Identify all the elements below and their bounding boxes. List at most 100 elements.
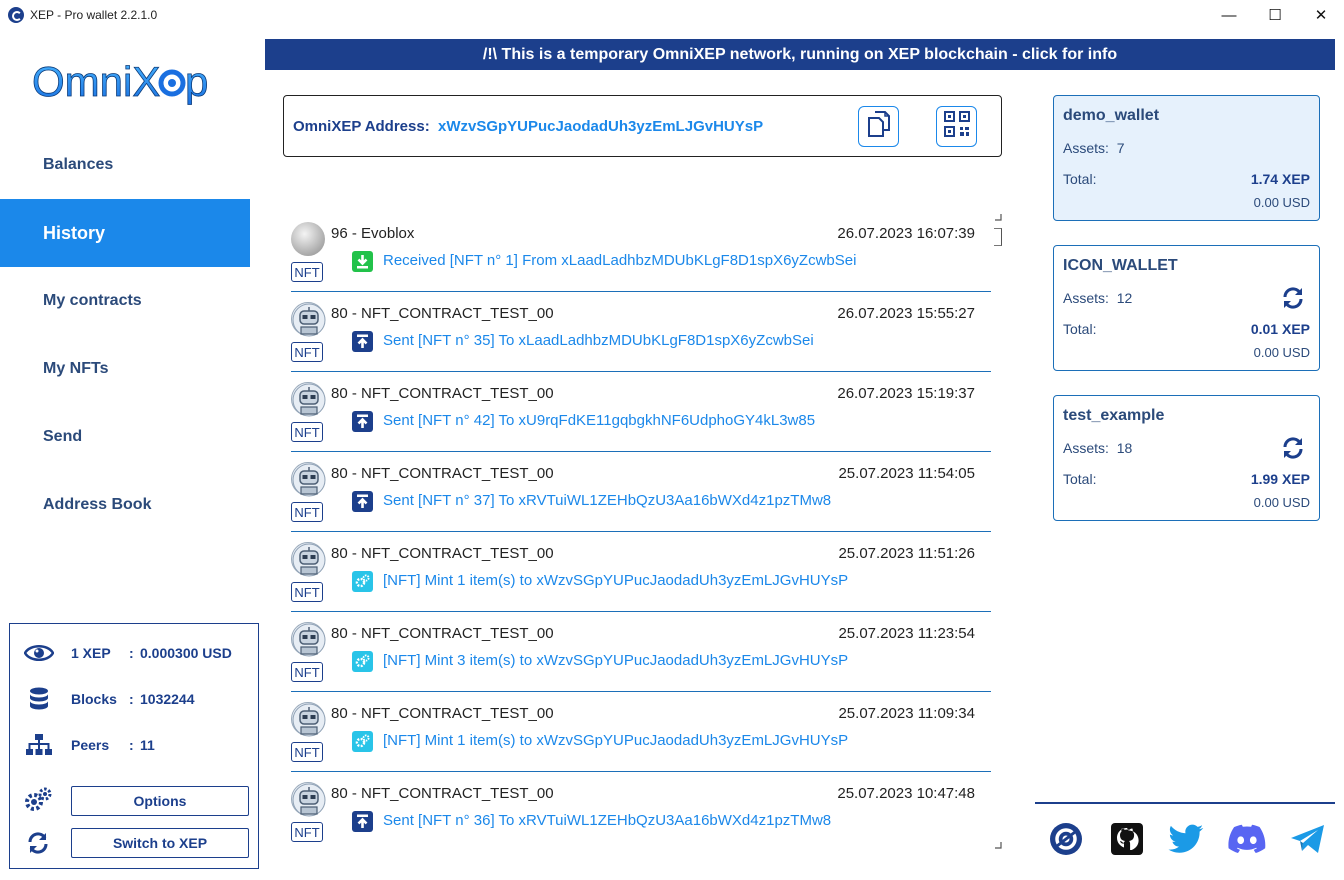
history-row[interactable]: NFT 80 - NFT_CONTRACT_TEST_00 25.07.2023 1…	[291, 772, 991, 850]
wallet-name: ICON_WALLET	[1063, 257, 1178, 274]
contract-avatar	[291, 702, 326, 737]
price-label: 1 XEP	[71, 645, 111, 661]
wallet-total-usd: 0.00 USD	[1253, 345, 1310, 360]
wallet-assets: Assets: 7	[1063, 140, 1125, 156]
nft-badge: NFT	[291, 582, 323, 602]
contract-avatar	[291, 782, 326, 817]
wallet-total-label: Total:	[1063, 321, 1097, 337]
discord-icon[interactable]	[1228, 820, 1266, 858]
refresh-icon[interactable]	[1281, 436, 1305, 460]
nav-my-contracts[interactable]: My contracts	[0, 267, 250, 335]
tx-date: 25.07.2023 11:51:26	[838, 545, 975, 562]
qr-code-icon	[943, 111, 970, 142]
telegram-icon[interactable]	[1289, 820, 1327, 858]
blocks-colon: :	[129, 691, 134, 707]
nft-badge: NFT	[291, 342, 323, 362]
peers-row: Peers : 11	[24, 733, 155, 757]
tx-date: 25.07.2023 11:54:05	[838, 465, 975, 482]
show-qr-button[interactable]	[936, 106, 977, 147]
address-value[interactable]: xWzvSGpYUPucJaodadUh3yzEmLJGvHUYsP	[438, 118, 763, 135]
contract-name: 80 - NFT_CONTRACT_TEST_00	[331, 385, 554, 402]
tx-description[interactable]: Sent [NFT n° 35] To xLaadLadhbzMDUbKLgF8…	[383, 332, 814, 349]
contract-avatar	[291, 622, 326, 657]
window-title: XEP - Pro wallet 2.2.1.0	[30, 8, 158, 22]
github-icon[interactable]	[1108, 820, 1146, 858]
wallet-name: demo_wallet	[1063, 107, 1160, 124]
contract-avatar	[291, 222, 325, 256]
tx-description[interactable]: [NFT] Mint 1 item(s) to xWzvSGpYUPucJaod…	[383, 732, 848, 749]
tx-description[interactable]: Received [NFT n° 1] From xLaadLadhbzMDUb…	[383, 252, 856, 269]
mint-icon	[352, 731, 373, 752]
history-row[interactable]: NFT 80 - NFT_CONTRACT_TEST_00 25.07.2023 1…	[291, 452, 991, 532]
history-scrollbar[interactable]	[992, 212, 1002, 852]
switch-icon	[24, 829, 52, 857]
nft-badge: NFT	[291, 662, 323, 682]
nav-send[interactable]: Send	[0, 403, 250, 471]
network-status-panel: 1 XEP : 0.000300 USD Blocks : 1032244 Pe…	[9, 623, 259, 869]
history-row[interactable]: NFT 80 - NFT_CONTRACT_TEST_00 26.07.2023 1…	[291, 372, 991, 452]
contract-avatar	[291, 542, 326, 577]
app-icon	[8, 7, 24, 23]
wallet-card-icon-wallet[interactable]: ICON_WALLET Assets: 12 Total: 0.01 XEP 0…	[1053, 245, 1320, 371]
peers-value: 11	[140, 737, 155, 753]
mint-icon	[352, 571, 373, 592]
svg-text:p: p	[185, 58, 208, 105]
wallet-assets: Assets: 12	[1063, 290, 1133, 306]
tx-description[interactable]: Sent [NFT n° 36] To xRVTuiWL1ZEHbQzU3Aa1…	[383, 812, 831, 829]
sent-icon	[352, 811, 373, 832]
history-row[interactable]: NFT 96 - Evoblox 26.07.2023 16:07:39 Receiv…	[291, 212, 991, 292]
nav-my-nfts[interactable]: My NFTs	[0, 335, 250, 403]
nav-address-book[interactable]: Address Book	[0, 471, 250, 539]
history-row[interactable]: NFT 80 - NFT_CONTRACT_TEST_00 25.07.2023 1…	[291, 612, 991, 692]
wallet-assets: Assets: 18	[1063, 440, 1133, 456]
eye-icon[interactable]	[24, 641, 54, 665]
options-button[interactable]: Options	[71, 786, 249, 816]
twitter-icon[interactable]	[1167, 820, 1205, 858]
price-value: 0.000300 USD	[140, 645, 232, 661]
wallet-name: test_example	[1063, 407, 1165, 424]
wallet-card-test-example[interactable]: test_example Assets: 18 Total: 1.99 XEP …	[1053, 395, 1320, 521]
network-info-banner[interactable]: /!\ This is a temporary OmniXEP network,…	[265, 39, 1335, 70]
history-list[interactable]: NFT 96 - Evoblox 26.07.2023 16:07:39 Receiv…	[283, 210, 1003, 850]
nft-badge: NFT	[291, 822, 323, 842]
sent-icon	[352, 331, 373, 352]
omnixep-icon[interactable]	[1047, 820, 1085, 858]
nav-balances[interactable]: Balances	[0, 131, 250, 199]
history-row[interactable]: NFT 80 - NFT_CONTRACT_TEST_00 26.07.2023 1…	[291, 292, 991, 372]
price-row: 1 XEP : 0.000300 USD	[24, 641, 232, 665]
wallet-total-xep: 1.74 XEP	[1250, 171, 1310, 187]
nft-badge: NFT	[291, 502, 323, 522]
address-box: OmniXEP Address: xWzvSGpYUPucJaodadUh3yz…	[283, 95, 1002, 157]
tx-date: 26.07.2023 15:55:27	[837, 305, 975, 322]
refresh-icon[interactable]	[1281, 286, 1305, 310]
copy-address-button[interactable]	[858, 106, 899, 147]
close-button[interactable]: ✕	[1298, 0, 1344, 30]
contract-avatar	[291, 382, 326, 417]
history-row[interactable]: NFT 80 - NFT_CONTRACT_TEST_00 25.07.2023 1…	[291, 692, 991, 772]
wallet-total-usd: 0.00 USD	[1253, 195, 1310, 210]
wallet-total-xep: 1.99 XEP	[1250, 471, 1310, 487]
maximize-button[interactable]: ☐	[1252, 0, 1298, 30]
social-divider	[1035, 802, 1335, 804]
tx-description[interactable]: [NFT] Mint 3 item(s) to xWzvSGpYUPucJaod…	[383, 652, 848, 669]
history-row[interactable]: NFT 80 - NFT_CONTRACT_TEST_00 25.07.2023 1…	[291, 532, 991, 612]
scrollbar-thumb[interactable]	[994, 228, 1002, 246]
switch-to-xep-button[interactable]: Switch to XEP	[71, 828, 249, 858]
tx-description[interactable]: Sent [NFT n° 37] To xRVTuiWL1ZEHbQzU3Aa1…	[383, 492, 831, 509]
nft-badge: NFT	[291, 742, 323, 762]
tx-description[interactable]: Sent [NFT n° 42] To xU9rqFdKE11gqbgkhNF6…	[383, 412, 815, 429]
sent-icon	[352, 411, 373, 432]
contract-name: 96 - Evoblox	[331, 225, 415, 242]
tx-description[interactable]: [NFT] Mint 1 item(s) to xWzvSGpYUPucJaod…	[383, 572, 848, 589]
wallet-total-label: Total:	[1063, 471, 1097, 487]
sent-icon	[352, 491, 373, 512]
wallet-total-usd: 0.00 USD	[1253, 495, 1310, 510]
wallet-card-demo-wallet[interactable]: demo_wallet Assets: 7 Total: 1.74 XEP 0.…	[1053, 95, 1320, 221]
blocks-label: Blocks	[71, 691, 117, 707]
peers-label: Peers	[71, 737, 110, 753]
nav-history[interactable]: History	[0, 199, 250, 267]
blocks-row: Blocks : 1032244	[24, 687, 195, 711]
nft-badge: NFT	[291, 422, 323, 442]
price-colon: :	[129, 645, 134, 661]
minimize-button[interactable]: —	[1206, 0, 1252, 30]
